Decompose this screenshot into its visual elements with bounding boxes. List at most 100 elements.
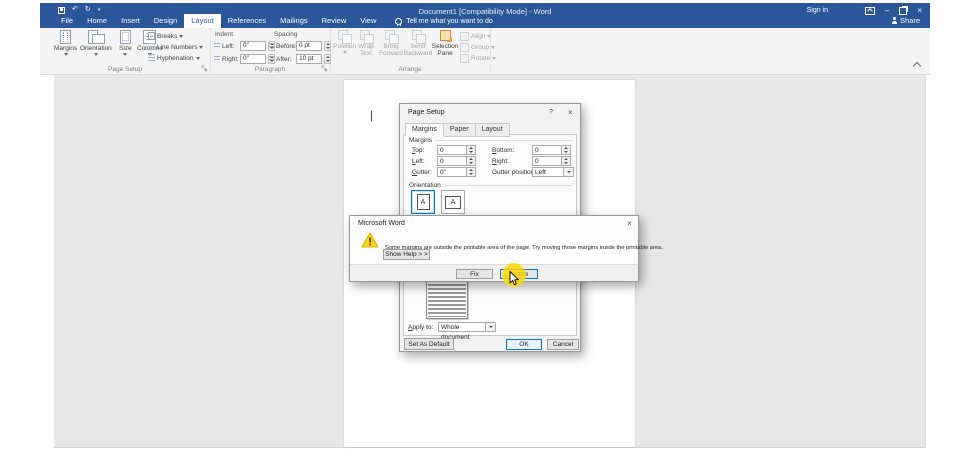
- dialog-close-icon[interactable]: ×: [568, 109, 573, 117]
- orientation-icon: [87, 30, 105, 44]
- spin-buttons[interactable]: [562, 156, 571, 166]
- gutter-position-dropdown[interactable]: Left: [532, 167, 574, 177]
- landscape-button[interactable]: A: [441, 190, 465, 214]
- landscape-icon: A: [445, 195, 461, 209]
- help-icon[interactable]: ?: [549, 109, 553, 116]
- ok-button[interactable]: OK: [506, 339, 542, 350]
- warning-dialog: Microsoft Word × Some margins are outsid…: [349, 215, 663, 282]
- tab-mailings[interactable]: Mailings: [273, 14, 315, 28]
- spacing-before-icon: [268, 43, 274, 49]
- top-margin-spinner[interactable]: 0: [437, 145, 476, 155]
- position-button[interactable]: Position: [333, 30, 356, 54]
- dialog-tabs: Margins Paper Layout: [405, 123, 510, 137]
- cancel-button[interactable]: Cancel: [547, 339, 579, 350]
- ribbon: Margins Orientation Size Columns Breaks …: [40, 28, 930, 75]
- align-button[interactable]: Align: [460, 31, 492, 41]
- spacing-header: Spacing: [274, 31, 298, 38]
- spin-buttons[interactable]: [467, 145, 476, 155]
- dropdown-arrow-icon: [93, 53, 98, 56]
- dialog-tab-paper[interactable]: Paper: [443, 123, 476, 137]
- dialog-launcher-icon[interactable]: [201, 65, 208, 72]
- dropdown-arrow-icon[interactable]: [564, 167, 574, 177]
- bring-forward-button[interactable]: Bring Forward: [379, 30, 403, 57]
- right-margin-spinner[interactable]: 0: [532, 156, 571, 166]
- size-button[interactable]: Size: [119, 30, 132, 56]
- tab-insert[interactable]: Insert: [114, 14, 147, 28]
- group-label-page-setup: Page Setup: [108, 66, 142, 73]
- margins-button[interactable]: Margins: [54, 30, 77, 56]
- dropdown-arrow-icon: [199, 46, 204, 49]
- tab-references[interactable]: References: [221, 14, 273, 28]
- dialog-close-icon[interactable]: ×: [627, 220, 632, 228]
- hyphenation-button[interactable]: Hyphenation: [148, 54, 200, 62]
- left-margin-spinner[interactable]: 0: [437, 156, 476, 166]
- person-icon: [891, 17, 897, 24]
- tab-file[interactable]: File: [54, 14, 80, 28]
- send-backward-button[interactable]: Send Backward: [404, 30, 432, 57]
- mouse-cursor-icon: [509, 271, 520, 286]
- portrait-button[interactable]: A: [411, 190, 435, 214]
- dialog-tab-layout[interactable]: Layout: [475, 123, 510, 137]
- dialog-launcher-icon[interactable]: [321, 65, 328, 72]
- spin-buttons[interactable]: [467, 167, 476, 177]
- align-icon: [460, 31, 469, 41]
- rotate-icon: [460, 53, 469, 63]
- tab-home[interactable]: Home: [80, 14, 114, 28]
- indent-left-input[interactable]: 0": [240, 41, 266, 51]
- gutter-position-label: Gutter position:: [492, 169, 537, 176]
- indent-left-icon: [214, 43, 220, 49]
- indent-header: Indent: [215, 31, 234, 38]
- right-label: Right:: [492, 158, 509, 165]
- breaks-button[interactable]: Breaks: [148, 32, 184, 40]
- wrap-text-icon: [359, 30, 374, 44]
- apply-to-label: Apply to:: [408, 324, 434, 331]
- sign-in-link[interactable]: Sign in: [807, 7, 828, 14]
- gutter-spinner[interactable]: 0": [437, 167, 476, 177]
- screen: ↶ ↻ ▾ Document1 [Compatibility Mode] - W…: [0, 0, 979, 450]
- margins-section-header: Margins: [409, 137, 573, 144]
- orientation-button[interactable]: Orientation: [80, 30, 112, 56]
- lightbulb-icon: [395, 17, 403, 26]
- group-button[interactable]: Group: [460, 42, 496, 52]
- spin-buttons[interactable]: [467, 156, 476, 166]
- set-as-default-button[interactable]: Set As Default: [404, 338, 454, 350]
- send-backward-icon: [411, 30, 426, 44]
- dialog-title: Page Setup: [408, 109, 445, 116]
- fix-button[interactable]: Fix: [456, 269, 493, 279]
- selection-pane-button[interactable]: Selection Pane: [432, 30, 458, 57]
- show-help-button[interactable]: Show Help > >: [383, 249, 430, 260]
- word-titlebar: ↶ ↻ ▾ Document1 [Compatibility Mode] - W…: [40, 3, 930, 28]
- spacing-after-input[interactable]: 10 pt: [296, 54, 322, 64]
- ribbon-group-paragraph: Indent Left: 0" Right: 0" Spacing Before…: [210, 28, 331, 74]
- bring-forward-icon: [384, 30, 399, 44]
- tab-layout[interactable]: Layout: [184, 14, 221, 28]
- collapse-ribbon-icon[interactable]: [912, 61, 922, 71]
- tab-review[interactable]: Review: [315, 14, 354, 28]
- dialog-tab-margins[interactable]: Margins: [405, 123, 444, 137]
- margins-icon: [60, 30, 72, 44]
- bottom-label: Bottom:: [492, 147, 515, 154]
- line-numbers-button[interactable]: Line Numbers: [148, 43, 204, 51]
- group-label-arrange: Arrange: [398, 66, 422, 73]
- spacing-after-field: After: 10 pt: [268, 54, 331, 64]
- spin-buttons[interactable]: [562, 145, 571, 155]
- dropdown-arrow-icon[interactable]: [486, 322, 496, 332]
- line-numbers-icon: [148, 43, 155, 51]
- tell-me-box[interactable]: Tell me what you want to do: [395, 14, 493, 28]
- wrap-text-button[interactable]: Wrap Text: [357, 30, 375, 57]
- tab-view[interactable]: View: [353, 14, 383, 28]
- spacing-before-input[interactable]: 0 pt: [296, 41, 322, 51]
- share-button[interactable]: Share: [891, 16, 920, 25]
- tab-design[interactable]: Design: [147, 14, 184, 28]
- selection-pane-icon: [439, 30, 452, 42]
- dropdown-arrow-icon: [492, 57, 497, 60]
- group-icon: [460, 42, 469, 52]
- warning-button-strip: [350, 264, 638, 281]
- indent-right-input[interactable]: 0": [240, 54, 266, 64]
- rotate-button[interactable]: Rotate: [460, 53, 497, 63]
- warning-icon: [361, 232, 379, 248]
- left-label: Left:: [412, 158, 425, 165]
- bottom-margin-spinner[interactable]: 0: [532, 145, 571, 155]
- dialog-title: Microsoft Word: [358, 220, 405, 227]
- apply-to-dropdown[interactable]: Whole document: [438, 322, 496, 341]
